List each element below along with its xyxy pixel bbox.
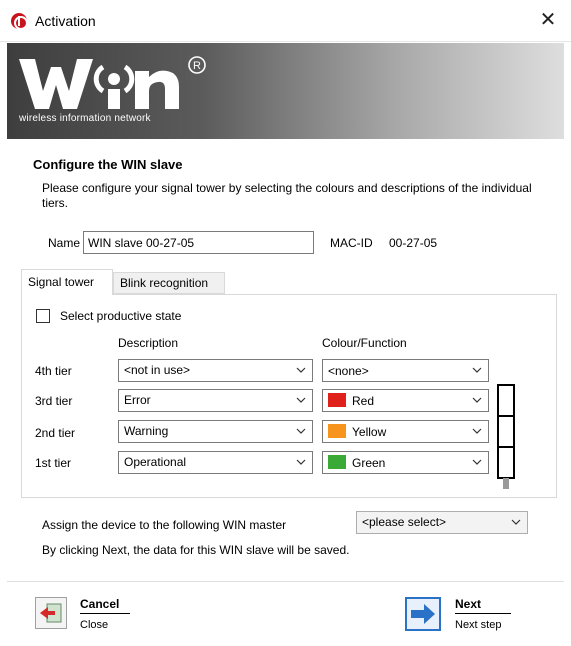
mac-id-value: 00-27-05 bbox=[389, 236, 438, 250]
save-note: By clicking Next, the data for this WIN … bbox=[42, 543, 350, 557]
arrow-right-icon bbox=[411, 604, 435, 624]
chevron-down-icon bbox=[472, 459, 482, 465]
close-button[interactable]: ✕ bbox=[525, 0, 571, 42]
next-button-sublabel: Next step bbox=[455, 619, 502, 631]
tier-label-1st: 1st tier bbox=[35, 456, 72, 470]
chevron-down-icon bbox=[472, 367, 482, 373]
tier-4-colour-select[interactable]: <none> bbox=[322, 359, 489, 382]
tier-label-4th: 4th tier bbox=[35, 364, 72, 378]
tier-label-3rd: 3rd tier bbox=[35, 394, 73, 408]
cancel-button-sublabel: Close bbox=[80, 619, 109, 631]
tier-3-colour-value: Red bbox=[352, 393, 375, 408]
cancel-button-label[interactable]: Cancel bbox=[80, 597, 130, 614]
chevron-down-icon bbox=[296, 428, 306, 434]
win-banner: R wireless information network bbox=[7, 43, 564, 139]
tier-3-description-select[interactable]: Error bbox=[118, 389, 313, 412]
tab-signal-tower[interactable]: Signal tower bbox=[21, 269, 113, 295]
section-description: Please configure your signal tower by se… bbox=[42, 181, 532, 210]
tier-1-description-value: Operational bbox=[124, 455, 187, 469]
tier-2-colour-select[interactable]: Yellow bbox=[322, 420, 489, 443]
master-label: Assign the device to the following WIN m… bbox=[42, 518, 287, 532]
chevron-down-icon bbox=[472, 428, 482, 434]
tier-3-description-value: Error bbox=[124, 393, 151, 407]
chevron-down-icon bbox=[511, 519, 521, 525]
section-title: Configure the WIN slave bbox=[33, 157, 183, 172]
tier-4-description-value: <not in use> bbox=[124, 363, 191, 377]
exit-icon bbox=[40, 603, 62, 623]
colour-column-header: Colour/Function bbox=[322, 336, 407, 350]
next-button[interactable] bbox=[405, 597, 441, 631]
window-title: Activation bbox=[35, 13, 96, 29]
chevron-down-icon bbox=[296, 397, 306, 403]
cancel-button[interactable] bbox=[35, 597, 67, 629]
chevron-down-icon bbox=[296, 367, 306, 373]
footer-divider bbox=[7, 581, 564, 582]
next-button-label[interactable]: Next bbox=[455, 597, 511, 614]
app-logo-icon bbox=[11, 13, 28, 30]
svg-text:R: R bbox=[193, 60, 201, 72]
banner-tagline: wireless information network bbox=[19, 113, 151, 124]
tier-4-colour-value: <none> bbox=[328, 363, 369, 378]
yellow-swatch-icon bbox=[328, 424, 346, 438]
description-column-header: Description bbox=[118, 336, 179, 350]
tier-3-colour-select[interactable]: Red bbox=[322, 389, 489, 412]
productive-state-checkbox[interactable] bbox=[36, 309, 50, 323]
win-logo-icon: R bbox=[19, 56, 206, 109]
name-label: Name bbox=[48, 236, 81, 250]
chevron-down-icon bbox=[472, 397, 482, 403]
tier-2-colour-value: Yellow bbox=[352, 424, 387, 439]
tier-2-description-value: Warning bbox=[124, 424, 169, 438]
title-bar: Activation ✕ bbox=[0, 0, 571, 42]
win-master-select[interactable]: <please select> bbox=[356, 511, 528, 534]
tier-1-colour-select[interactable]: Green bbox=[322, 451, 489, 474]
tier-4-description-select[interactable]: <not in use> bbox=[118, 359, 313, 382]
tier-1-colour-value: Green bbox=[352, 455, 386, 470]
win-master-value: <please select> bbox=[362, 515, 447, 529]
signal-tower-icon bbox=[497, 384, 515, 489]
red-swatch-icon bbox=[328, 393, 346, 407]
tier-2-description-select[interactable]: Warning bbox=[118, 420, 313, 443]
tab-blink-recognition[interactable]: Blink recognition bbox=[113, 272, 225, 294]
tier-label-2nd: 2nd tier bbox=[35, 426, 76, 440]
green-swatch-icon bbox=[328, 455, 346, 469]
name-input[interactable] bbox=[83, 231, 314, 254]
tier-1-description-select[interactable]: Operational bbox=[118, 451, 313, 474]
mac-id-label: MAC-ID bbox=[330, 236, 373, 250]
productive-state-label: Select productive state bbox=[60, 309, 182, 323]
chevron-down-icon bbox=[296, 459, 306, 465]
